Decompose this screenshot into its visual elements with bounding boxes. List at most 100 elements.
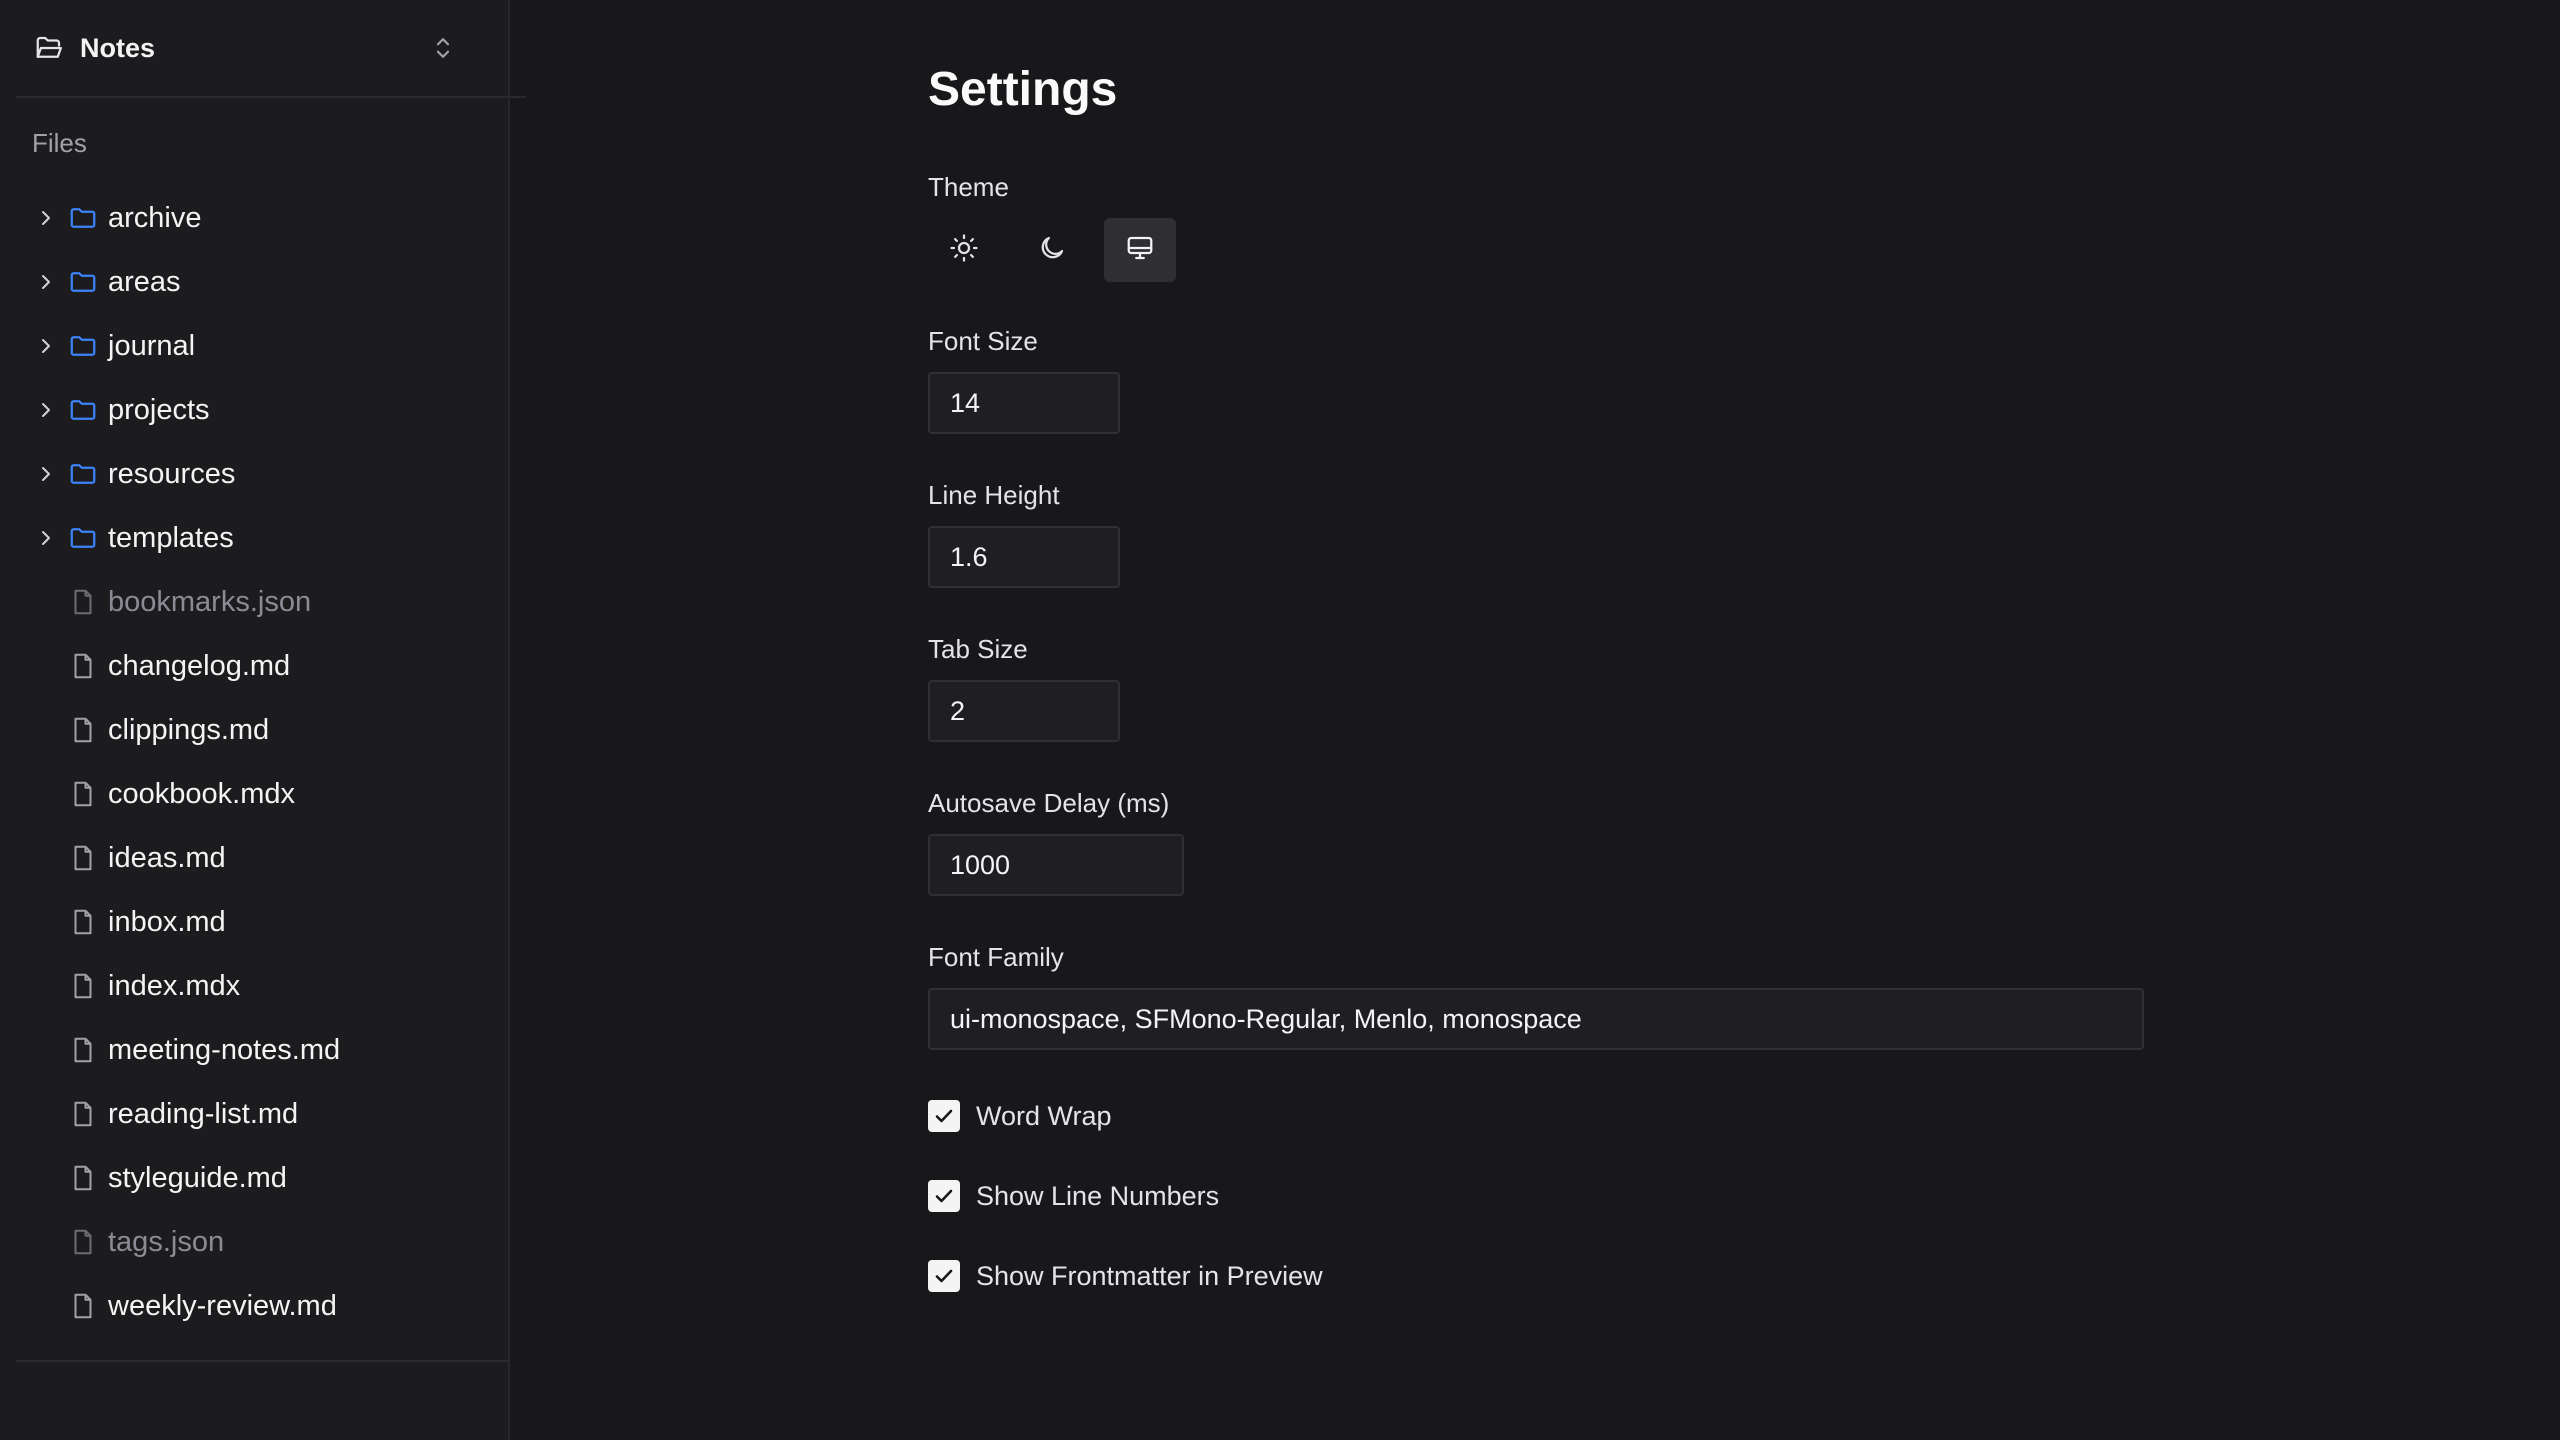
chevron-right-icon[interactable] [34,462,58,486]
file-item[interactable]: index.mdx [16,954,494,1018]
line-height-input[interactable] [928,526,1120,588]
folder-item[interactable]: areas [16,250,494,314]
file-icon [68,971,98,1001]
settings-panel: Settings Theme Font Size 14 Line Height … [512,0,2560,1440]
file-icon [68,843,98,873]
sidebar-divider [16,1360,510,1362]
sidebar-divider [16,96,526,98]
chevrons-up-down-icon [428,33,458,63]
file-icon [68,779,98,809]
file-item[interactable]: cookbook.mdx [16,762,494,826]
check-icon [935,1269,953,1283]
check-icon [935,1109,953,1123]
file-item[interactable]: changelog.md [16,634,494,698]
file-icon [68,651,98,681]
folder-icon [68,331,98,361]
moon-icon [1037,233,1067,268]
folder-open-icon [34,33,64,63]
monitor-icon [1125,233,1155,268]
folder-icon [68,203,98,233]
theme-system-button[interactable] [1104,218,1176,282]
file-item[interactable]: clippings.md [16,698,494,762]
theme-dark-button[interactable] [1016,218,1088,282]
folder-item[interactable]: projects [16,378,494,442]
autosave-delay-input[interactable] [928,834,1184,896]
chevron-right-icon[interactable] [34,206,58,230]
file-item[interactable]: styleguide.md [16,1146,494,1210]
folder-icon [68,459,98,489]
folder-icon [68,523,98,553]
folder-icon [68,267,98,297]
tree-item-label: cookbook.mdx [108,778,295,810]
tree-item-label: index.mdx [108,970,241,1002]
show-line-numbers-label: Show Line Numbers [976,1180,1220,1211]
show-line-numbers-option[interactable]: Show Line Numbers [928,1178,1219,1214]
theme-label: Theme [928,172,1009,202]
file-icon [68,1227,98,1257]
tree-item-label: templates [108,522,234,554]
file-icon [68,715,98,745]
check-icon [935,1189,953,1203]
tree-item-label: weekly-review.md [108,1290,337,1322]
file-icon [68,1291,98,1321]
folder-item[interactable]: archive [16,186,494,250]
word-wrap-option[interactable]: Word Wrap [928,1098,1112,1134]
font-family-label: Font Family [928,942,1064,972]
file-item[interactable]: ideas.md [16,826,494,890]
file-icon [68,587,98,617]
chevron-right-icon[interactable] [34,526,58,550]
tree-item-label: inbox.md [108,906,226,938]
show-frontmatter-label: Show Frontmatter in Preview [976,1260,1323,1291]
vault-switcher[interactable]: Notes [16,16,494,80]
chevron-right-icon[interactable] [34,398,58,422]
folder-item[interactable]: templates [16,506,494,570]
font-size-label: Font Size [928,326,1038,356]
app-window: Notes Files archive areas journal projects r… [0,0,2560,1440]
show-frontmatter-checkbox[interactable] [928,1260,960,1292]
tree-item-label: tags.json [108,1226,225,1258]
autosave-delay-label: Autosave Delay (ms) [928,788,1170,818]
file-item[interactable]: meeting-notes.md [16,1018,494,1082]
tree-item-label: clippings.md [108,714,270,746]
tree-item-label: changelog.md [108,650,291,682]
file-tree: archive areas journal projects resources temp… [16,186,494,1338]
line-height-label: Line Height [928,480,1060,510]
word-wrap-checkbox[interactable] [928,1100,960,1132]
file-icon [68,1163,98,1193]
file-item[interactable]: weekly-review.md [16,1274,494,1338]
tree-item-label: journal [108,330,196,362]
tree-item-label: projects [108,394,210,426]
file-item[interactable]: tags.json [16,1210,494,1274]
file-icon [68,907,98,937]
file-item[interactable]: reading-list.md [16,1082,494,1146]
tree-item-label: meeting-notes.md [108,1034,341,1066]
tree-item-label: archive [108,202,202,234]
tree-item-label: bookmarks.json [108,586,312,618]
folder-item[interactable]: journal [16,314,494,378]
show-line-numbers-checkbox[interactable] [928,1180,960,1212]
file-icon [68,1035,98,1065]
theme-light-button[interactable] [928,218,1000,282]
theme-toggle-group [928,218,1176,282]
tree-item-label: resources [108,458,236,490]
chevron-right-icon[interactable] [34,334,58,358]
tree-item-label: areas [108,266,181,298]
font-size-input[interactable] [928,372,1120,434]
tree-item-label: reading-list.md [108,1098,299,1130]
sun-icon [949,233,979,268]
tree-item-label: ideas.md [108,842,226,874]
folder-item[interactable]: resources [16,442,494,506]
folder-icon [68,395,98,425]
show-frontmatter-option[interactable]: Show Frontmatter in Preview [928,1258,1323,1294]
page-title: Settings [928,63,1118,116]
tree-item-label: styleguide.md [108,1162,287,1194]
file-item[interactable]: inbox.md [16,890,494,954]
file-item[interactable]: bookmarks.json [16,570,494,634]
tab-size-input[interactable] [928,680,1120,742]
files-section-label: Files [32,128,87,158]
word-wrap-label: Word Wrap [976,1100,1112,1131]
file-icon [68,1099,98,1129]
chevron-right-icon[interactable] [34,270,58,294]
vault-name: Notes [80,32,156,63]
font-family-input[interactable] [928,988,2144,1050]
